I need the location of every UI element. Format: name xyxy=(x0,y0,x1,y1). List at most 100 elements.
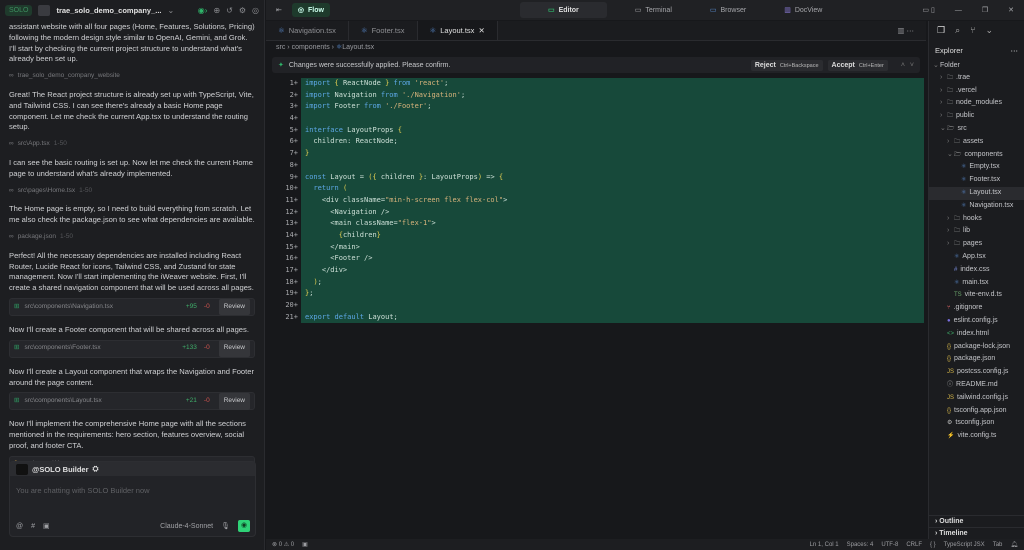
split-editor-icon[interactable]: ▥ ⋯ xyxy=(885,21,926,40)
tree-item[interactable]: › 🗀 .vercel xyxy=(929,85,1024,98)
agent-name[interactable]: @SOLO Builder xyxy=(32,465,88,474)
restore-button[interactable]: ❐ xyxy=(972,3,998,17)
braces-icon[interactable]: { } xyxy=(930,542,936,548)
model-selector[interactable]: Claude-4-Sonnet xyxy=(160,523,213,530)
send-button[interactable]: ◉ xyxy=(238,520,250,532)
status-icon[interactable]: ◉› xyxy=(198,6,208,15)
account-icon[interactable]: ◎ xyxy=(252,6,259,15)
new-chat-icon[interactable]: ⊕ xyxy=(213,6,220,15)
tree-item[interactable]: ⚛ main.tsx xyxy=(929,277,1024,290)
view-docview[interactable]: ▥ DocView xyxy=(774,3,832,17)
tree-item[interactable]: # index.css xyxy=(929,264,1024,277)
solo-badge[interactable]: SOLO xyxy=(5,4,33,16)
source-control-icon[interactable]: ⑂ xyxy=(970,25,975,37)
close-icon[interactable]: ✕ xyxy=(478,26,484,35)
close-button[interactable]: ✕ xyxy=(998,3,1024,17)
tab-navigation[interactable]: ⚛ Navigation.tsx xyxy=(266,21,349,40)
tree-item[interactable]: ⓘ README.md xyxy=(929,379,1024,392)
gear-icon[interactable]: ⚙ xyxy=(239,6,246,15)
tree-item[interactable]: ⚛ Navigation.tsx xyxy=(929,200,1024,213)
tree-item[interactable]: ⌄🗁 src xyxy=(929,123,1024,136)
tree-item[interactable]: ⚛ App.tsx xyxy=(929,251,1024,264)
tree-item[interactable]: › 🗀 .trae xyxy=(929,72,1024,85)
tree-item[interactable]: {} package.json xyxy=(929,353,1024,366)
edited-file-card[interactable]: ⊞ src\components\Layout.tsx +21 -0 Review xyxy=(9,392,255,411)
view-terminal[interactable]: ▭ Terminal xyxy=(625,3,682,17)
collapse-icon[interactable]: ⇤ xyxy=(266,3,292,17)
panel-toggle-icon[interactable]: ▭ ▯ xyxy=(912,3,944,17)
tree-item[interactable]: ⚛ Footer.tsx xyxy=(929,174,1024,187)
layout-icon[interactable] xyxy=(38,4,51,16)
search-icon[interactable]: ⌕ xyxy=(955,25,960,37)
view-browser[interactable]: ▭ Browser xyxy=(700,3,756,17)
settings-icon[interactable]: ⛭ xyxy=(92,464,98,474)
tab-footer[interactable]: ⚛ Footer.tsx xyxy=(349,21,418,40)
edited-file-card[interactable]: ⊞ src\components\Footer.tsx +133 -0 Review xyxy=(9,339,255,358)
review-button[interactable]: Review xyxy=(218,298,250,316)
files-icon[interactable]: ❐ xyxy=(937,25,945,37)
tree-item[interactable]: ⚛ Empty.tsx xyxy=(929,161,1024,174)
project-title[interactable]: trae_solo_demo_company_... xyxy=(56,6,161,15)
microphone-icon[interactable]: 🎙 xyxy=(221,522,230,530)
tab-layout[interactable]: ⚛ Layout.tsx ✕ xyxy=(417,21,498,40)
tree-item[interactable]: › 🗀 node_modules xyxy=(929,97,1024,110)
tree-item[interactable]: {} tsconfig.app.json xyxy=(929,405,1024,418)
chat-input[interactable]: You are chatting with SOLO Builder now xyxy=(10,476,255,505)
tree-item[interactable]: › 🗀 public xyxy=(929,110,1024,123)
prev-change-icon[interactable]: ˄ xyxy=(901,62,905,69)
image-icon[interactable]: ▣ xyxy=(43,522,50,530)
reject-button[interactable]: Reject Ctrl+Backspace xyxy=(750,59,823,71)
timeline-section[interactable]: › Timeline xyxy=(929,527,1024,539)
tree-item[interactable]: ⚙ tsconfig.json xyxy=(929,417,1024,430)
view-editor[interactable]: ▭ Editor xyxy=(519,2,607,18)
tree-item[interactable]: › 🗀 hooks xyxy=(929,213,1024,226)
tree-item[interactable]: {} package-lock.json xyxy=(929,341,1024,354)
tree-item[interactable]: › 🗀 assets xyxy=(929,136,1024,149)
code-line: 1+ import { ReactNode } from 'react'; xyxy=(270,78,924,90)
edited-file-card[interactable]: ⊞ src\components\Navigation.tsx +95 -0 Revie… xyxy=(9,297,255,316)
mention-icon[interactable]: @ xyxy=(16,523,23,530)
tree-item[interactable]: ⚛ Layout.tsx xyxy=(929,186,1024,200)
file-reference[interactable]: ∞ package.json 1-50 xyxy=(9,232,255,243)
more-icon[interactable]: ⋯ xyxy=(1011,46,1019,55)
chevron-down-icon[interactable]: ⌄ xyxy=(986,25,994,37)
indentation[interactable]: Spaces: 4 xyxy=(847,542,874,548)
breadcrumb-item[interactable]: src xyxy=(276,44,285,51)
code-editor[interactable]: 1+ import { ReactNode } from 'react'; 2+ im… xyxy=(270,78,924,324)
tree-item[interactable]: <> index.html xyxy=(929,328,1024,341)
problems-indicator[interactable]: ⊗ 0 ⚠ 0 xyxy=(272,541,294,548)
outline-section[interactable]: › Outline xyxy=(929,515,1024,527)
tree-item[interactable]: ⌄🗁 components xyxy=(929,149,1024,162)
chevron-down-icon[interactable]: ⌄ xyxy=(168,6,175,15)
accept-button[interactable]: Accept Ctrl+Enter xyxy=(827,59,888,71)
history-icon[interactable]: ↺ xyxy=(226,6,233,15)
tree-item[interactable]: JS tailwind.config.js xyxy=(929,392,1024,405)
minimize-button[interactable]: — xyxy=(945,4,972,17)
review-button[interactable]: Review xyxy=(218,340,250,358)
file-reference[interactable]: ∞ src\pages\Home.tsx 1-50 xyxy=(9,186,255,197)
breadcrumb-item[interactable]: components xyxy=(292,44,330,51)
tree-item[interactable]: ⚡ vite.config.ts xyxy=(929,430,1024,443)
tree-item[interactable]: ⑂ .gitignore xyxy=(929,302,1024,315)
file-reference[interactable]: ∞ trae_solo_demo_company_website xyxy=(9,71,255,82)
flow-button[interactable]: ◎ Flow xyxy=(291,3,330,17)
breadcrumb-item[interactable]: Layout.tsx xyxy=(342,44,374,51)
language-mode[interactable]: TypeScript JSX xyxy=(944,542,985,548)
line-ending[interactable]: CRLF xyxy=(906,542,922,548)
folder-root[interactable]: ⌄Folder xyxy=(929,60,1024,72)
tree-item[interactable]: › 🗀 lib xyxy=(929,225,1024,238)
next-change-icon[interactable]: ˅ xyxy=(910,62,914,69)
breadcrumb: src › components › ⚛Layout.tsx xyxy=(276,44,375,51)
file-reference[interactable]: ∞ src\App.tsx 1-50 xyxy=(9,139,255,150)
hash-icon[interactable]: # xyxy=(31,523,35,530)
tree-item[interactable]: JS postcss.config.js xyxy=(929,366,1024,379)
tree-item[interactable]: TS vite-env.d.ts xyxy=(929,289,1024,302)
tab-mode[interactable]: Tab xyxy=(993,542,1003,548)
cursor-position[interactable]: Ln 1, Col 1 xyxy=(810,542,839,548)
encoding[interactable]: UTF-8 xyxy=(881,542,898,548)
terminal-icon[interactable]: ▣ xyxy=(302,541,308,548)
tree-item[interactable]: ● eslint.config.js xyxy=(929,315,1024,328)
review-button[interactable]: Review xyxy=(218,392,250,410)
tree-item[interactable]: › 🗀 pages xyxy=(929,238,1024,251)
bell-icon[interactable]: 🔔︎ xyxy=(1010,541,1018,548)
